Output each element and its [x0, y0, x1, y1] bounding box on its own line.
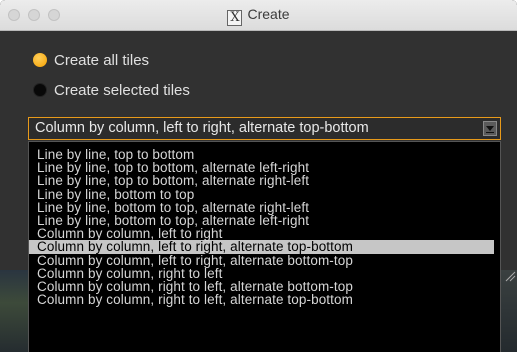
background-image-strip-right [501, 270, 517, 352]
create-all-tiles-option[interactable]: Create all tiles [33, 51, 149, 69]
dropdown-option[interactable]: Column by column, right to left, alterna… [29, 293, 500, 307]
tile-order-select[interactable]: Column by column, left to right, alterna… [28, 117, 501, 140]
dropdown-option[interactable]: Line by line, bottom to top [29, 187, 500, 201]
radio-unselected-icon[interactable] [33, 83, 47, 97]
resize-grip-icon[interactable] [504, 270, 516, 282]
window-title: Create [247, 6, 290, 22]
dropdown-option[interactable]: Column by column, right to left [29, 266, 500, 280]
dropdown-option[interactable]: Column by column, left to right, alterna… [29, 253, 500, 267]
dropdown-arrow-icon[interactable] [483, 121, 497, 136]
x11-icon: X [227, 10, 243, 26]
create-all-tiles-label: Create all tiles [54, 51, 150, 69]
dropdown-option[interactable]: Line by line, bottom to top, alternate r… [29, 200, 500, 214]
title-bar[interactable]: X Create [0, 0, 517, 31]
tile-order-value: Column by column, left to right, alterna… [35, 120, 369, 136]
dropdown-option[interactable]: Line by line, top to bottom, alternate r… [29, 174, 500, 188]
window-title-wrap: X Create [0, 6, 517, 26]
create-selected-tiles-label: Create selected tiles [54, 81, 190, 99]
background-image-strip [0, 270, 28, 352]
dropdown-option[interactable]: Column by column, left to right, alterna… [29, 240, 494, 254]
radio-selected-icon[interactable] [33, 53, 47, 67]
create-dialog: X Create Create all tiles Create selected… [0, 0, 517, 352]
create-selected-tiles-option[interactable]: Create selected tiles [33, 81, 190, 99]
tile-order-dropdown-list: Line by line, top to bottom Line by line,… [28, 141, 501, 352]
